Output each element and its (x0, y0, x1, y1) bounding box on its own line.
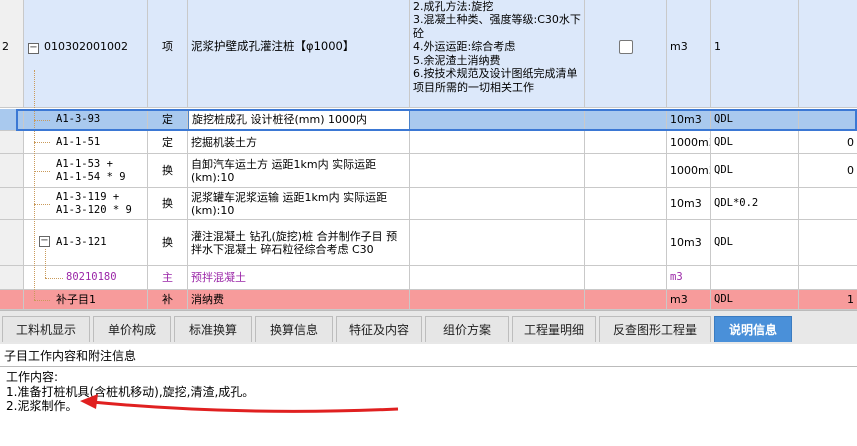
type-cell: 主 (148, 266, 188, 289)
tree-line (34, 120, 50, 121)
code-cell[interactable]: 80210180 (24, 266, 148, 289)
extra-cell (799, 0, 857, 107)
type-cell: 定 (148, 131, 188, 153)
extra-cell (799, 188, 857, 219)
unit-cell: 1000m3 (667, 131, 711, 153)
code-cell[interactable]: − 010302001002 (24, 0, 148, 107)
qty-expr-cell[interactable]: QDL (711, 131, 799, 153)
code-text: A1-3-119 + A1-3-120 * 9 (56, 190, 132, 216)
name-input[interactable]: 旋挖桩成孔 设计桩径(mm) 1000内 (188, 109, 410, 130)
type-cell: 换 (148, 188, 188, 219)
tree-line (34, 300, 50, 301)
tree-line (34, 171, 50, 172)
code-text: 010302001002 (44, 40, 128, 53)
code-text: 80210180 (66, 271, 117, 283)
code-text: A1-1-53 + A1-1-54 * 9 (56, 157, 126, 183)
sub-row[interactable]: − A1-3-121 换 灌注混凝土 钻孔(旋挖)桩 合并制作子目 预拌水下混凝… (0, 220, 857, 266)
collapse-minus-icon[interactable]: − (28, 43, 39, 54)
code-text: A1-3-121 (56, 236, 107, 248)
info-line: 1.准备打桩机具(含桩机移动),旋挖,清渣,成孔。 (6, 384, 255, 399)
extra-cell: 0 (847, 135, 854, 149)
checkbox-cell[interactable] (585, 109, 667, 130)
sub-row[interactable]: A1-3-119 + A1-3-120 * 9 换 泥浆罐车泥浆运输 运距1km… (0, 188, 857, 220)
row-number: 2 (0, 0, 24, 107)
qty-expr-cell[interactable]: QDL (711, 109, 799, 130)
qty-expr-cell[interactable] (711, 266, 799, 289)
type-cell: 项 (148, 0, 188, 107)
type-cell: 换 (148, 154, 188, 187)
qty-expr-cell[interactable]: QDL*0.2 (711, 188, 799, 219)
collapse-minus-icon[interactable]: − (39, 236, 50, 247)
code-cell[interactable]: − A1-3-121 (24, 220, 148, 265)
info-panel[interactable]: 工作内容: 1.准备打桩机具(含桩机移动),旋挖,清渣,成孔。 2.泥浆制作。 (0, 366, 857, 446)
unit-cell: 10m3 (667, 109, 711, 130)
tree-line (34, 204, 50, 205)
tree-line (34, 70, 35, 300)
sub-row[interactable]: A1-1-53 + A1-1-54 * 9 换 自卸汽车运土方 运距1km内 实… (0, 154, 857, 188)
features-cell[interactable] (410, 109, 585, 130)
tree-line (45, 249, 46, 278)
bottom-tab-bar: 工料机显示 单价构成 标准换算 换算信息 特征及内容 组价方案 工程量明细 反查… (0, 310, 857, 344)
tab-description[interactable]: 说明信息 (714, 316, 792, 342)
qty-expr-cell[interactable]: QDL (711, 154, 799, 187)
tree-line (45, 278, 63, 279)
name-cell[interactable]: 泥浆罐车泥浆运输 运距1km内 实际运距(km):10 (188, 188, 410, 219)
unit-cell: 10m3 (667, 188, 711, 219)
qty-expr-cell[interactable]: QDL (711, 220, 799, 265)
code-text: A1-1-51 (56, 135, 101, 148)
code-text: 补子目1 (56, 293, 96, 306)
supplement-row[interactable]: 补子目1 补 消纳费 m3 QDL 1 (0, 290, 857, 310)
extra-cell (799, 266, 857, 289)
type-cell: 换 (148, 220, 188, 265)
tab-features[interactable]: 特征及内容 (336, 316, 422, 342)
extra-cell: 1 (847, 293, 854, 306)
unit-cell: m3 (667, 266, 711, 289)
bill-grid: 2 − 010302001002 项 泥浆护壁成孔灌注桩【φ1000】 1.桩径… (0, 0, 857, 310)
unit-cell: m3 (667, 0, 711, 107)
info-panel-title: 子目工作内容和附注信息 (4, 349, 137, 363)
qty-expr-cell[interactable]: 1 (711, 0, 799, 107)
unit-cell: 1000m3 (667, 154, 711, 187)
extra-cell (799, 220, 857, 265)
type-cell: 定 (148, 109, 188, 130)
tab-unit-price[interactable]: 单价构成 (93, 316, 171, 342)
type-cell: 补 (148, 290, 188, 309)
tab-quantity-details[interactable]: 工程量明细 (512, 316, 596, 342)
tab-labor-material[interactable]: 工料机显示 (2, 316, 90, 342)
info-line: 2.泥浆制作。 (6, 399, 78, 413)
unit-cell: 10m3 (667, 220, 711, 265)
unit-cell: m3 (667, 290, 711, 309)
name-cell[interactable]: 灌注混凝土 钻孔(旋挖)桩 合并制作子目 预拌水下混凝土 碎石粒径综合考虑 C3… (188, 220, 410, 265)
row-number (0, 109, 24, 130)
features-cell[interactable]: 1.桩径:1000mm 2.成孔方法:旋挖 3.混凝土种类、强度等级:C30水下… (410, 0, 585, 107)
tab-pricing-scheme[interactable]: 组价方案 (425, 316, 509, 342)
extra-cell (799, 109, 857, 130)
material-row[interactable]: 80210180 主 预拌混凝土 m3 (0, 266, 857, 290)
extra-cell: 0 (847, 164, 854, 177)
name-cell[interactable]: 泥浆护壁成孔灌注桩【φ1000】 (188, 0, 410, 107)
checkbox-cell[interactable] (585, 0, 667, 107)
bill-row-main[interactable]: 2 − 010302001002 项 泥浆护壁成孔灌注桩【φ1000】 1.桩径… (0, 0, 857, 108)
tab-conversion-info[interactable]: 换算信息 (255, 316, 333, 342)
info-line: 工作内容: (6, 370, 59, 384)
name-cell[interactable]: 消纳费 (188, 290, 410, 309)
tab-standard-conversion[interactable]: 标准换算 (174, 316, 252, 342)
qty-expr-cell[interactable]: QDL (711, 290, 799, 309)
tab-reverse-lookup[interactable]: 反查图形工程量 (599, 316, 711, 342)
code-text: A1-3-93 (56, 113, 101, 125)
name-cell[interactable]: 预拌混凝土 (188, 266, 410, 289)
tree-line (34, 142, 50, 143)
name-cell[interactable]: 自卸汽车运土方 运距1km内 实际运距(km):10 (188, 154, 410, 187)
checkbox-icon[interactable] (618, 39, 633, 54)
sub-row[interactable]: A1-1-51 定 挖掘机装土方 1000m3 QDL 0 (0, 131, 857, 154)
name-cell[interactable]: 挖掘机装土方 (188, 131, 410, 153)
sub-row-selected[interactable]: A1-3-93 定 旋挖桩成孔 设计桩径(mm) 1000内 10m3 QDL (0, 109, 857, 131)
